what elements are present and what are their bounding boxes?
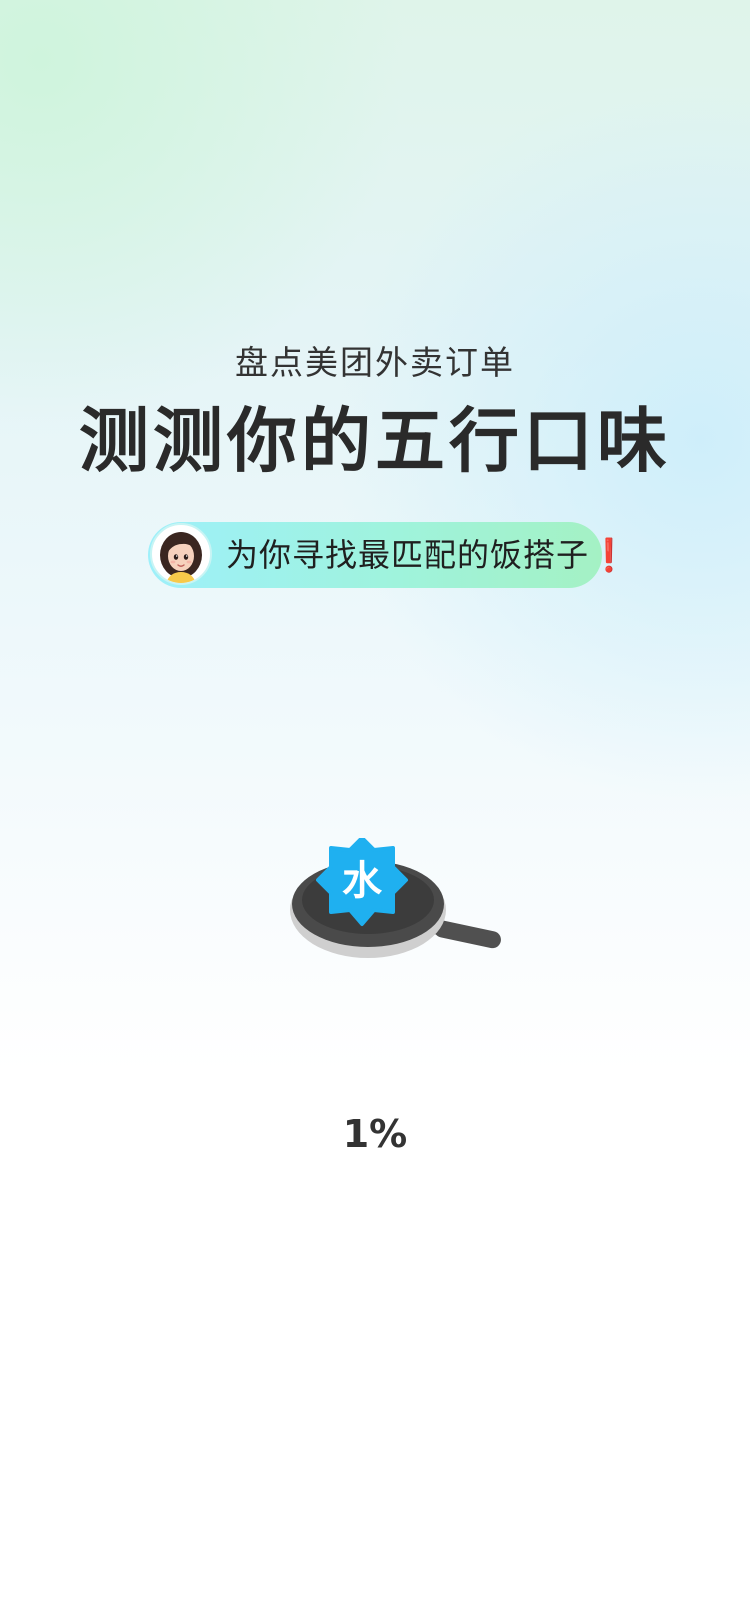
page-title: 测测你的五行口味: [79, 400, 671, 482]
badge-character: 水: [342, 857, 382, 904]
page-background: [0, 0, 750, 1624]
girl-avatar-icon: [150, 523, 212, 585]
banner-text: 为你寻找最匹配的饭搭子❗: [226, 536, 630, 574]
progress-percentage: 1%: [342, 1112, 408, 1156]
page-subtitle: 盘点美团外卖订单: [235, 343, 515, 382]
matching-banner: 为你寻找最匹配的饭搭子❗: [148, 522, 629, 588]
loading-illustration: 水: [290, 836, 530, 978]
